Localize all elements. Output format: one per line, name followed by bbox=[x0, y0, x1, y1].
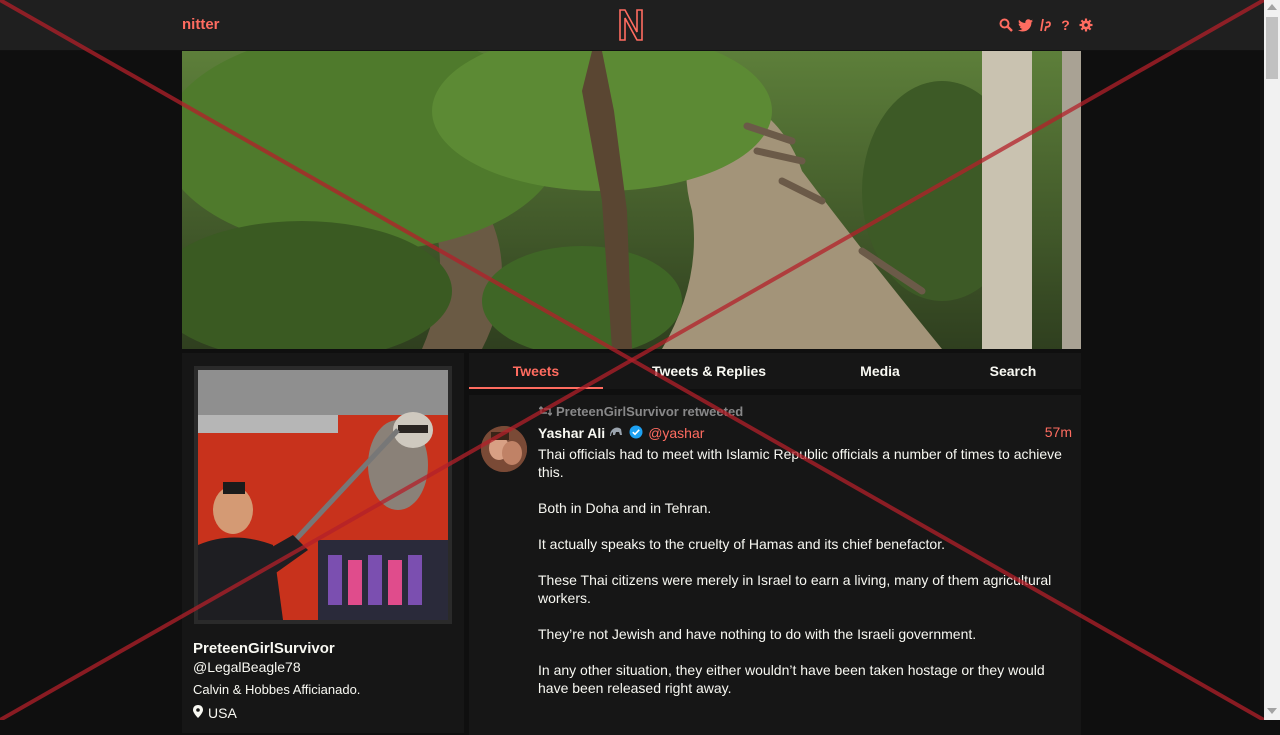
nav-icons: ? bbox=[998, 16, 1093, 34]
search-icon[interactable] bbox=[998, 17, 1013, 33]
tweet-date[interactable]: 57m bbox=[1045, 424, 1072, 440]
tweet-avatar[interactable] bbox=[481, 426, 527, 472]
profile-banner bbox=[182, 51, 1081, 349]
tweet-fullname[interactable]: Yashar Ali bbox=[538, 425, 605, 441]
tweet-username[interactable]: @yashar bbox=[648, 425, 704, 441]
profile-bio: Calvin & Hobbes Afficianado. bbox=[193, 682, 361, 697]
tweet-paragraph: It actually speaks to the cruelty of Ham… bbox=[538, 536, 945, 552]
profile-avatar[interactable] bbox=[194, 366, 452, 624]
profile-card: PreteenGirlSurvivor @LegalBeagle78 Calvi… bbox=[182, 353, 464, 733]
navbar: nitter ? bbox=[0, 0, 1264, 51]
scroll-up-arrow-icon[interactable] bbox=[1267, 4, 1277, 10]
tweet-header: Yashar Ali @yashar 57m bbox=[538, 423, 1072, 443]
tweet-content: Thai officials had to meet with Islamic … bbox=[538, 445, 1068, 715]
lp-icon[interactable] bbox=[1038, 17, 1053, 33]
forest-trail-image bbox=[182, 51, 1081, 349]
scrollbar-thumb[interactable] bbox=[1266, 17, 1278, 79]
profile-username[interactable]: @LegalBeagle78 bbox=[193, 659, 301, 675]
retweet-label: PreteenGirlSurvivor retweeted bbox=[556, 404, 744, 419]
tweet-paragraph: Thai officials had to meet with Islamic … bbox=[538, 446, 1062, 480]
avatar-image bbox=[198, 370, 448, 620]
nitter-logo[interactable] bbox=[617, 8, 645, 42]
retweet-header[interactable]: PreteenGirlSurvivor retweeted bbox=[538, 404, 744, 419]
tab-tweets-replies[interactable]: Tweets & Replies bbox=[629, 353, 789, 389]
settings-icon[interactable] bbox=[1078, 17, 1093, 33]
tweet-paragraph: In any other situation, they either woul… bbox=[538, 662, 1045, 696]
timeline: PreteenGirlSurvivor retweeted Yashar Ali… bbox=[469, 395, 1081, 735]
profile-location: USA bbox=[193, 705, 237, 721]
page-scrollbar[interactable] bbox=[1264, 0, 1280, 720]
retweet-icon bbox=[538, 404, 553, 419]
tweet-paragraph: These Thai citizens were merely in Israe… bbox=[538, 572, 1052, 606]
verified-badge-icon bbox=[629, 425, 643, 442]
twitter-bird-icon[interactable] bbox=[1018, 17, 1033, 33]
elephant-emoji-icon bbox=[610, 425, 624, 441]
brand-link[interactable]: nitter bbox=[182, 16, 220, 33]
timeline-tabs: Tweets Tweets & Replies Media Search bbox=[469, 353, 1081, 389]
tab-search[interactable]: Search bbox=[965, 353, 1061, 389]
tab-tweets[interactable]: Tweets bbox=[469, 353, 603, 389]
location-pin-icon bbox=[193, 705, 203, 721]
tweet-paragraph: They’re not Jewish and have nothing to d… bbox=[538, 626, 977, 642]
tweet-paragraph: Both in Doha and in Tehran. bbox=[538, 500, 712, 516]
scroll-down-arrow-icon[interactable] bbox=[1267, 708, 1277, 714]
profile-fullname[interactable]: PreteenGirlSurvivor bbox=[193, 640, 335, 657]
tab-media[interactable]: Media bbox=[829, 353, 931, 389]
help-icon[interactable]: ? bbox=[1058, 17, 1073, 33]
location-label: USA bbox=[208, 705, 237, 721]
